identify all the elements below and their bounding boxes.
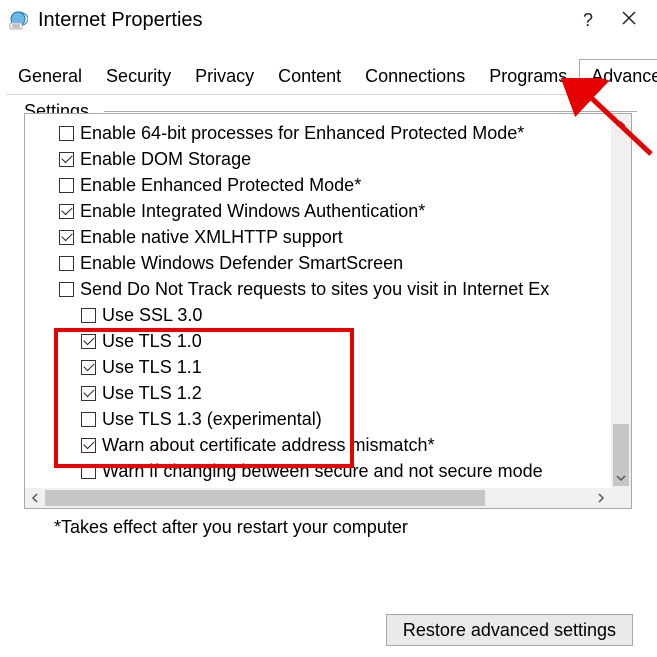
setting-row[interactable]: Enable Windows Defender SmartScreen [59, 250, 611, 276]
scrollbar-corner [611, 488, 631, 508]
checkbox[interactable] [59, 282, 74, 297]
setting-label: Use TLS 1.3 (experimental) [102, 409, 322, 430]
checkbox[interactable] [81, 334, 96, 349]
setting-row[interactable]: Use TLS 1.2 [81, 380, 611, 406]
window-controls: ? [583, 10, 649, 31]
setting-row[interactable]: Send Do Not Track requests to sites you … [59, 276, 611, 302]
setting-row[interactable]: Use TLS 1.0 [81, 328, 611, 354]
scroll-left-arrow-icon[interactable] [25, 488, 45, 508]
settings-listbox: Enable 64-bit processes for Enhanced Pro… [24, 113, 632, 509]
setting-row[interactable]: Use TLS 1.1 [81, 354, 611, 380]
internet-properties-dialog: Internet Properties ? GeneralSecurityPri… [0, 0, 657, 657]
vertical-scrollbar[interactable] [611, 114, 631, 488]
horizontal-scroll-track[interactable] [45, 488, 591, 508]
checkbox[interactable] [81, 412, 96, 427]
setting-label: Enable native XMLHTTP support [80, 227, 343, 248]
checkbox[interactable] [81, 438, 96, 453]
setting-label: Enable Windows Defender SmartScreen [80, 253, 403, 274]
checkbox[interactable] [59, 256, 74, 271]
setting-label: Enable Integrated Windows Authentication… [80, 201, 425, 222]
setting-label: Warn about certificate address mismatch* [102, 435, 434, 456]
tab-connections[interactable]: Connections [353, 59, 477, 95]
setting-row[interactable]: Enable native XMLHTTP support [59, 224, 611, 250]
checkbox[interactable] [59, 204, 74, 219]
horizontal-scroll-thumb[interactable] [45, 490, 485, 506]
setting-label: Use TLS 1.2 [102, 383, 202, 404]
scroll-right-arrow-icon[interactable] [591, 488, 611, 508]
setting-label: Use TLS 1.1 [102, 357, 202, 378]
setting-label: Send Do Not Track requests to sites you … [80, 279, 549, 300]
setting-row[interactable]: Warn if changing between secure and not … [81, 458, 611, 484]
setting-row[interactable]: Use TLS 1.3 (experimental) [81, 406, 611, 432]
setting-row[interactable]: Enable 64-bit processes for Enhanced Pro… [59, 120, 611, 146]
setting-label: Enable 64-bit processes for Enhanced Pro… [80, 123, 524, 144]
horizontal-scrollbar[interactable] [25, 488, 611, 508]
setting-label: Use SSL 3.0 [102, 305, 202, 326]
setting-row[interactable]: Warn about certificate address mismatch* [81, 432, 611, 458]
vertical-scroll-track[interactable] [611, 134, 631, 468]
close-button[interactable] [621, 10, 637, 31]
checkbox[interactable] [81, 386, 96, 401]
tab-advanced[interactable]: Advanced [579, 59, 657, 95]
checkbox[interactable] [81, 464, 96, 479]
tab-strip: GeneralSecurityPrivacyContentConnections… [6, 58, 651, 95]
help-button[interactable]: ? [583, 10, 593, 31]
setting-label: Use TLS 1.0 [102, 331, 202, 352]
checkbox[interactable] [59, 126, 74, 141]
checkbox[interactable] [59, 152, 74, 167]
checkbox[interactable] [59, 230, 74, 245]
tab-privacy[interactable]: Privacy [183, 59, 266, 95]
scroll-up-arrow-icon[interactable] [611, 114, 631, 134]
checkbox[interactable] [81, 308, 96, 323]
settings-group: Settings Enable 64-bit processes for Enh… [24, 113, 637, 538]
checkbox[interactable] [81, 360, 96, 375]
app-icon [8, 10, 28, 30]
setting-row[interactable]: Enable Integrated Windows Authentication… [59, 198, 611, 224]
group-divider [104, 111, 637, 112]
setting-label: Enable DOM Storage [80, 149, 251, 170]
window-title: Internet Properties [38, 9, 583, 32]
scroll-down-arrow-icon[interactable] [611, 468, 631, 488]
tab-general[interactable]: General [6, 59, 94, 95]
setting-row[interactable]: Use SSL 3.0 [81, 302, 611, 328]
tab-programs[interactable]: Programs [477, 59, 579, 95]
setting-label: Warn if changing between secure and not … [102, 461, 543, 482]
tab-security[interactable]: Security [94, 59, 183, 95]
restore-advanced-settings-button[interactable]: Restore advanced settings [386, 614, 633, 646]
footnote: *Takes effect after you restart your com… [54, 517, 637, 538]
setting-row[interactable]: Enable Enhanced Protected Mode* [59, 172, 611, 198]
setting-label: Enable Enhanced Protected Mode* [80, 175, 361, 196]
setting-row[interactable]: Enable DOM Storage [59, 146, 611, 172]
tab-content[interactable]: Content [266, 59, 353, 95]
titlebar: Internet Properties ? [0, 0, 657, 40]
checkbox[interactable] [59, 178, 74, 193]
settings-list-content[interactable]: Enable 64-bit processes for Enhanced Pro… [25, 114, 611, 488]
